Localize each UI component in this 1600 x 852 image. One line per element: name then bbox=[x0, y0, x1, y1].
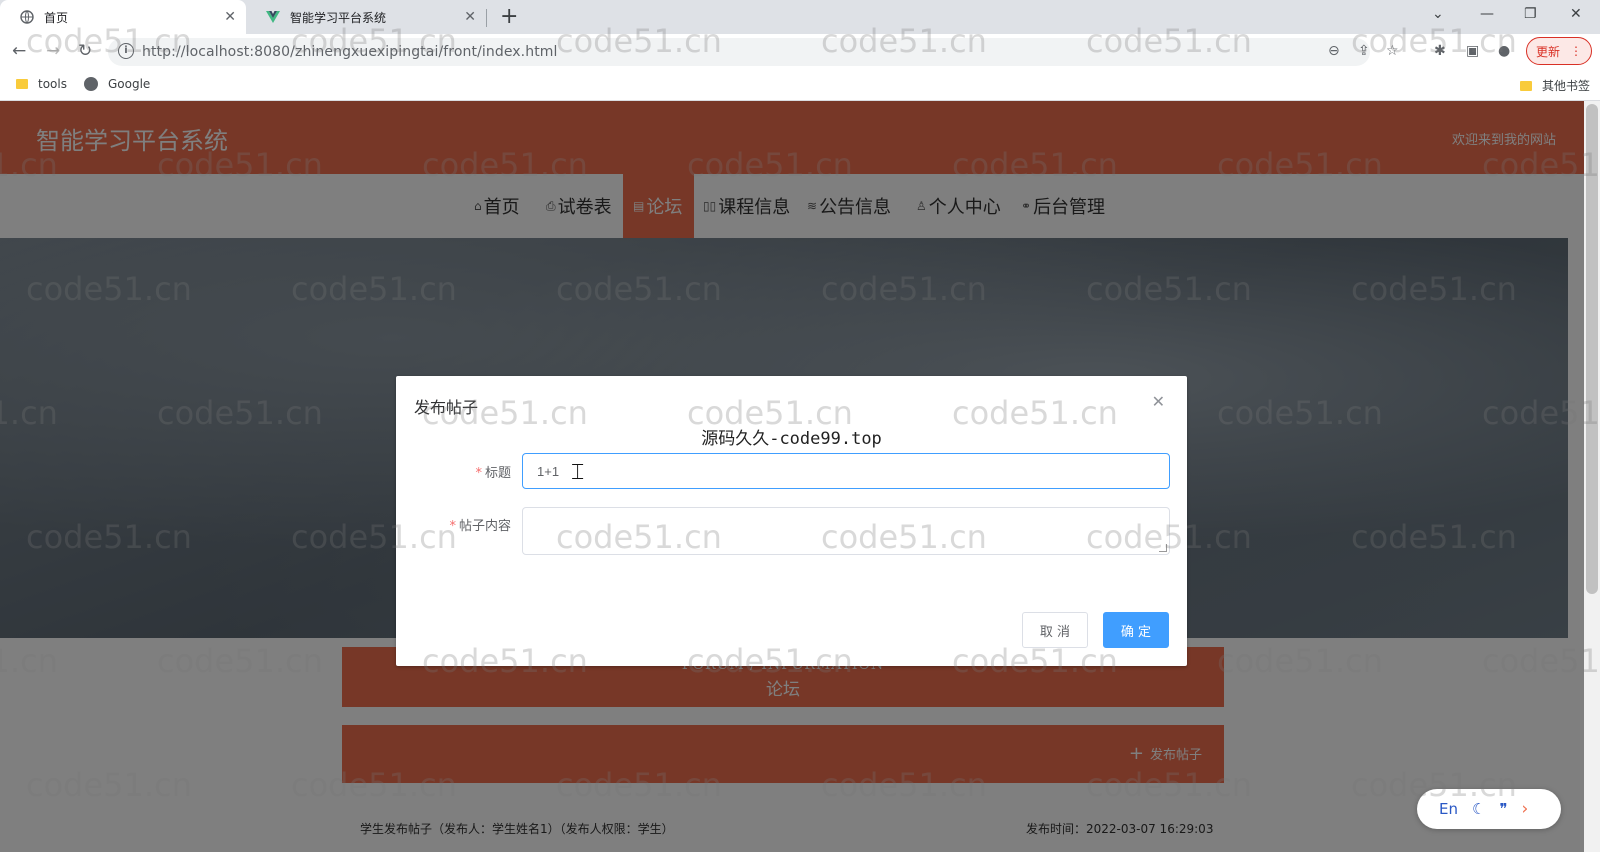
reload-icon[interactable]: ↻ bbox=[78, 41, 92, 61]
extensions-icon[interactable]: ✱ bbox=[1434, 43, 1446, 59]
content-label-text: 帖子内容 bbox=[458, 519, 511, 534]
tab-title: 首页 bbox=[44, 10, 69, 25]
vue-icon bbox=[266, 10, 280, 24]
browser-tab-home[interactable]: 首页 ✕ bbox=[0, 0, 246, 34]
title-form-row: * 标题 1+1 bbox=[396, 453, 1187, 489]
restore-icon[interactable]: ❐ bbox=[1524, 6, 1537, 22]
dialog-title: 发布帖子 bbox=[414, 398, 479, 417]
overlay-watermark-text: 源码久久-code99.top bbox=[701, 429, 882, 449]
bookmarks-bar: tools Google 其他书签 bbox=[0, 70, 1600, 101]
required-marker: * bbox=[475, 466, 482, 481]
cancel-button[interactable]: 取 消 bbox=[1022, 612, 1088, 648]
quote-icon[interactable]: ❞ bbox=[1499, 800, 1507, 818]
title-input-value: 1+1 bbox=[537, 463, 560, 479]
side-panel-icon[interactable]: ▣ bbox=[1466, 43, 1479, 59]
tab-separator bbox=[486, 9, 487, 27]
globe-icon bbox=[84, 77, 98, 91]
browser-tab-strip: 首页 ✕ 智能学习平台系统 ✕ + ⌄ — ❐ ✕ bbox=[0, 0, 1600, 34]
bookmark-label: Google bbox=[108, 77, 151, 91]
update-label: 更新 bbox=[1535, 44, 1560, 59]
other-bookmarks[interactable]: 其他书签 bbox=[1520, 77, 1590, 94]
tab-title: 智能学习平台系统 bbox=[290, 10, 387, 25]
site-info-icon[interactable]: i bbox=[118, 43, 134, 59]
bookmark-label: tools bbox=[38, 77, 67, 91]
resize-handle-icon[interactable] bbox=[1159, 544, 1167, 552]
bookmark-tools[interactable]: tools bbox=[16, 77, 67, 91]
folder-icon bbox=[16, 79, 28, 89]
address-bar[interactable]: i http://localhost:8080/zhinengxuexiping… bbox=[108, 38, 1399, 66]
other-bookmarks-label: 其他书签 bbox=[1542, 79, 1591, 93]
ime-toolbar[interactable]: En ☾ ❞ › bbox=[1417, 789, 1561, 829]
profile-icon[interactable]: ● bbox=[1498, 43, 1510, 59]
content-textarea[interactable] bbox=[522, 507, 1170, 555]
window-close-icon[interactable]: ✕ bbox=[1570, 6, 1582, 22]
bookmark-star-icon[interactable]: ☆ bbox=[1386, 43, 1399, 59]
browser-tab-app[interactable]: 智能学习平台系统 ✕ bbox=[246, 0, 486, 34]
moon-icon[interactable]: ☾ bbox=[1472, 800, 1485, 818]
required-marker: * bbox=[449, 519, 456, 534]
title-input[interactable]: 1+1 bbox=[522, 453, 1170, 489]
update-button[interactable]: 更新 ⋮ bbox=[1526, 37, 1592, 65]
new-post-dialog: 发布帖子 ✕ 源码久久-code99.top * 标题 1+1 * 帖子内容 取 消… bbox=[396, 376, 1187, 666]
text-cursor-icon: ⌶ bbox=[571, 460, 585, 485]
folder-icon bbox=[1520, 80, 1532, 91]
title-label-text: 标题 bbox=[484, 466, 511, 481]
title-label: * 标题 bbox=[475, 462, 511, 481]
tab-search-icon[interactable]: ⌄ bbox=[1432, 6, 1444, 22]
new-tab-icon[interactable]: + bbox=[500, 4, 518, 29]
back-icon[interactable]: ← bbox=[12, 41, 26, 61]
close-tab-icon[interactable]: ✕ bbox=[224, 9, 236, 25]
url-text: http://localhost:8080/zhinengxuexipingta… bbox=[142, 44, 558, 60]
browser-toolbar: ← → ↻ i http://localhost:8080/zhinengxue… bbox=[0, 34, 1600, 70]
close-icon[interactable]: ✕ bbox=[1152, 392, 1165, 411]
chevron-right-icon[interactable]: › bbox=[1522, 799, 1529, 819]
bookmark-google[interactable]: Google bbox=[84, 77, 150, 91]
scrollbar-thumb[interactable] bbox=[1586, 104, 1598, 594]
confirm-button[interactable]: 确 定 bbox=[1103, 612, 1169, 648]
forward-icon[interactable]: → bbox=[46, 41, 60, 61]
close-tab-icon[interactable]: ✕ bbox=[464, 9, 476, 25]
more-menu-icon: ⋮ bbox=[1570, 44, 1582, 58]
globe-icon bbox=[20, 10, 34, 24]
content-form-row: * 帖子内容 bbox=[396, 507, 1187, 555]
zoom-icon[interactable]: ⊖ bbox=[1328, 43, 1340, 59]
content-label: * 帖子内容 bbox=[449, 515, 511, 534]
minimize-icon[interactable]: — bbox=[1480, 6, 1494, 22]
share-icon[interactable]: ⇪ bbox=[1358, 43, 1370, 59]
ime-lang-label: En bbox=[1439, 800, 1458, 818]
